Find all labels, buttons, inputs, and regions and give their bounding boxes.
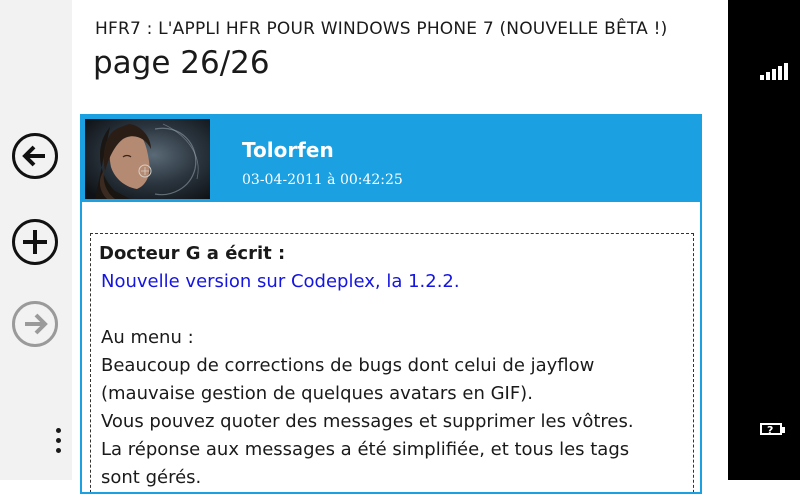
post-text-line: Au menu : (101, 327, 194, 348)
codeplex-link[interactable]: Nouvelle version sur Codeplex, la 1.2.2. (101, 268, 687, 296)
forum-post: Tolorfen 03-04-2011 à 00:42:25 Docteur G… (80, 114, 702, 494)
battery-unknown-icon: ? (760, 422, 790, 438)
back-button[interactable] (11, 132, 59, 180)
post-text-line: (mauvaise gestion de quelques avatars en… (101, 383, 533, 404)
ellipsis-icon[interactable] (50, 428, 66, 462)
quote-header: Docteur G a écrit : (99, 243, 286, 264)
app-title: HFR7 : L'APPLI HFR POUR WINDOWS PHONE 7 … (95, 19, 668, 39)
post-text-line: La réponse aux messages a été simplifiée… (101, 439, 630, 460)
arrow-left-circle-icon (12, 133, 58, 179)
system-tray: ? (728, 0, 800, 480)
arrow-right-circle-icon (12, 301, 58, 347)
post-author[interactable]: Tolorfen (242, 138, 334, 162)
post-date: 03-04-2011 à 00:42:25 (242, 172, 403, 188)
plus-circle-icon (12, 219, 58, 265)
post-text-line: Vous pouvez quoter des messages et suppr… (101, 411, 634, 432)
post-text-line: Beaucoup de corrections de bugs dont cel… (101, 355, 595, 376)
signal-strength-icon (760, 60, 790, 80)
add-button[interactable] (11, 218, 59, 266)
forward-button[interactable] (11, 300, 59, 348)
page-title: page 26/26 (93, 45, 270, 81)
post-header: Tolorfen 03-04-2011 à 00:42:25 (82, 116, 700, 204)
quote-block: Docteur G a écrit : Nouvelle version sur… (90, 233, 694, 492)
app-bar (0, 0, 72, 480)
avatar[interactable] (85, 119, 210, 199)
post-text-line: sont gérés. (101, 467, 202, 488)
